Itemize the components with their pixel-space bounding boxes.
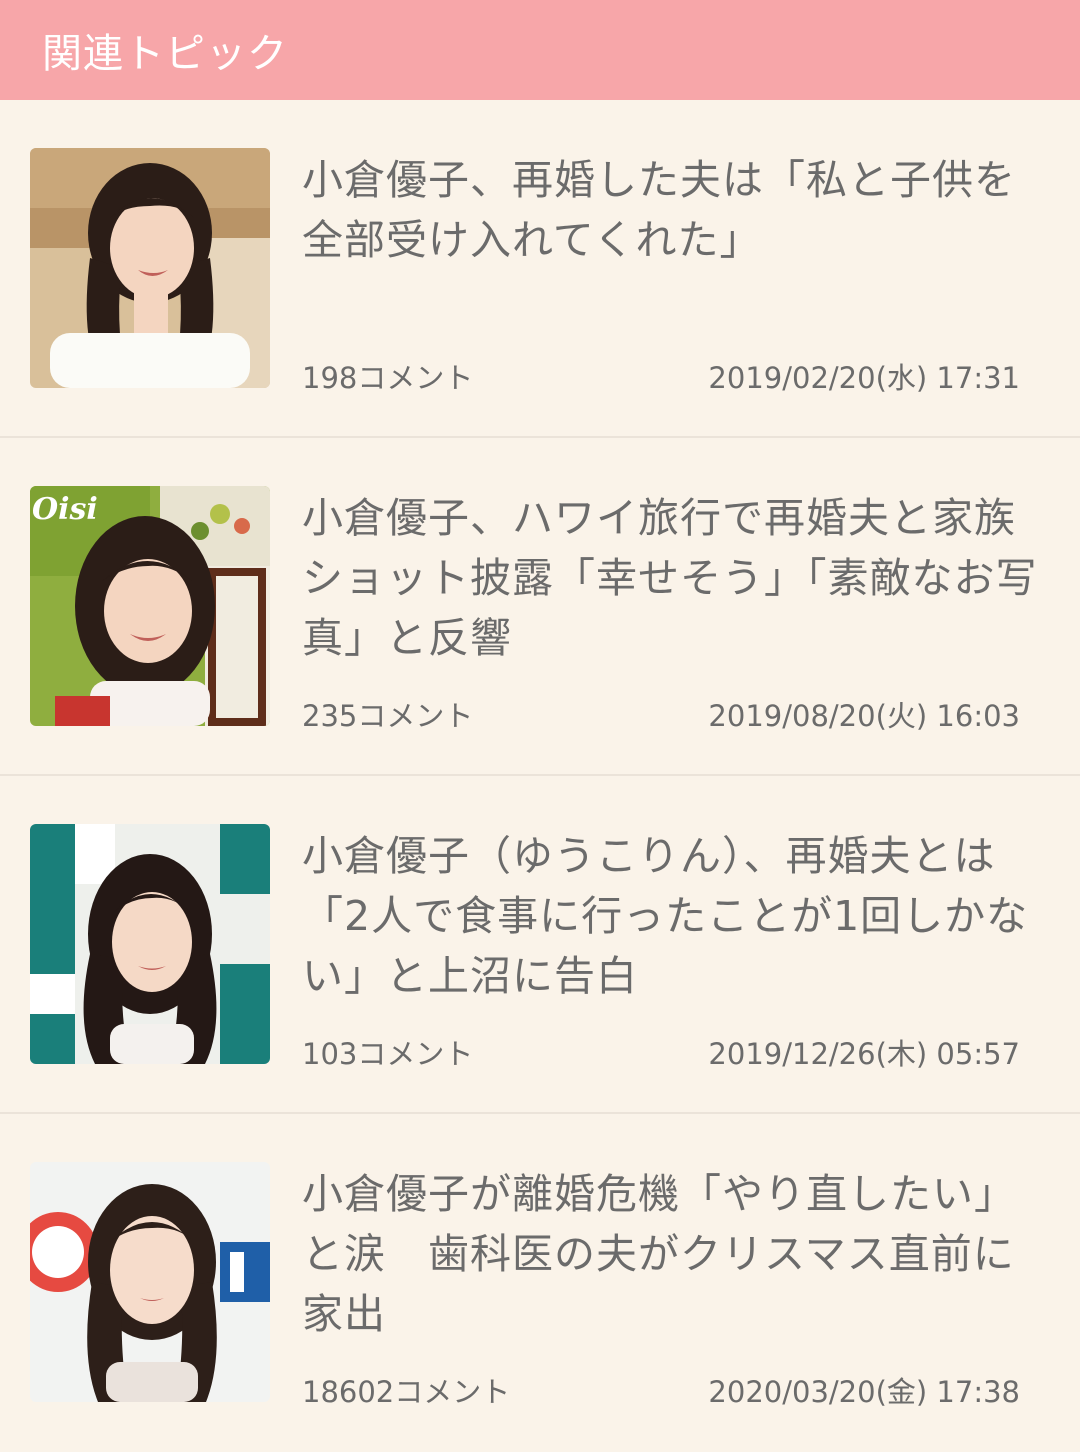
post-date: 2019/12/26(木) 05:57 [708, 1037, 1020, 1071]
topic-title[interactable]: 小倉優子（ゆうこりん）、再婚夫とは「2人で食事に行ったことが1回しかない」と上沼… [302, 826, 1042, 1006]
topic-item[interactable]: 小倉優子、再婚した夫は「私と子供を全部受け入れてくれた」 198コメント 201… [0, 100, 1080, 438]
topic-item[interactable]: 小倉優子が離婚危機「やり直したい」と涙 歯科医の夫がクリスマス直前に家出 186… [0, 1114, 1080, 1452]
portrait-image [30, 824, 270, 1064]
comment-count: 103コメント [302, 1037, 474, 1071]
topic-item[interactable]: 小倉優子（ゆうこりん）、再婚夫とは「2人で食事に行ったことが1回しかない」と上沼… [0, 776, 1080, 1114]
thumb-logo-text: Oisi [32, 492, 98, 527]
topic-meta: 235コメント 2019/08/20(火) 16:03 [302, 693, 1020, 735]
comment-count: 198コメント [302, 361, 474, 395]
topic-meta: 198コメント 2019/02/20(水) 17:31 [302, 355, 1020, 397]
section-header: 関連トピック [0, 0, 1080, 100]
topic-thumbnail[interactable] [30, 1162, 270, 1402]
comment-count: 18602コメント [302, 1375, 511, 1409]
post-date: 2019/08/20(火) 16:03 [708, 699, 1020, 733]
topic-item[interactable]: Oisi 小倉優子、ハワイ旅行で再婚夫と家族ショット披露「幸せそう」「素敵なお写… [0, 438, 1080, 776]
topic-title[interactable]: 小倉優子、再婚した夫は「私と子供を全部受け入れてくれた」 [302, 150, 1042, 270]
topic-title[interactable]: 小倉優子、ハワイ旅行で再婚夫と家族ショット披露「幸せそう」「素敵なお写真」と反響 [302, 488, 1042, 668]
topic-meta: 18602コメント 2020/03/20(金) 17:38 [302, 1369, 1020, 1411]
topic-thumbnail[interactable] [30, 824, 270, 1064]
post-date: 2020/03/20(金) 17:38 [708, 1375, 1020, 1409]
portrait-image [30, 1162, 270, 1402]
topic-thumbnail[interactable]: Oisi [30, 486, 270, 726]
portrait-image [30, 148, 270, 388]
topic-thumbnail[interactable] [30, 148, 270, 388]
topic-title[interactable]: 小倉優子が離婚危機「やり直したい」と涙 歯科医の夫がクリスマス直前に家出 [302, 1164, 1042, 1344]
topic-meta: 103コメント 2019/12/26(木) 05:57 [302, 1031, 1020, 1073]
related-topics-list: 小倉優子、再婚した夫は「私と子供を全部受け入れてくれた」 198コメント 201… [0, 100, 1080, 1452]
section-title: 関連トピック [42, 31, 288, 77]
post-date: 2019/02/20(水) 17:31 [708, 361, 1020, 395]
comment-count: 235コメント [302, 699, 474, 733]
